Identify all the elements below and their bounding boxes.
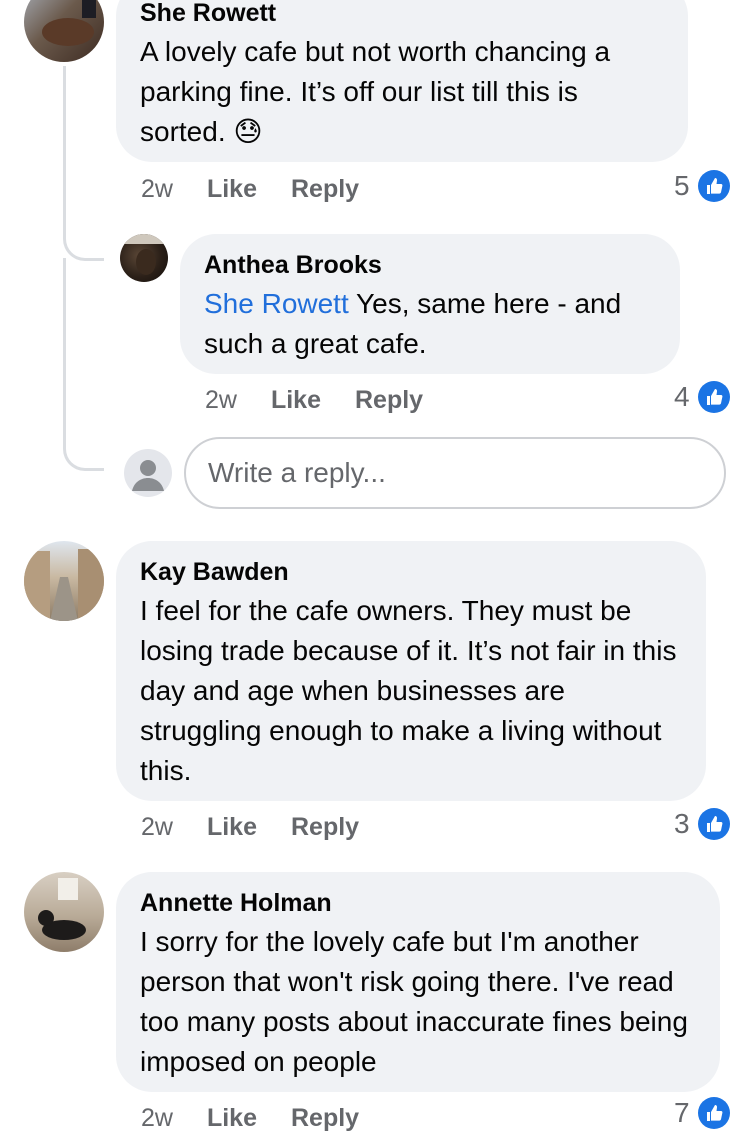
- like-button[interactable]: Like: [207, 175, 257, 204]
- avatar[interactable]: [24, 872, 104, 952]
- comment-actions: 2w Like Reply: [141, 810, 393, 844]
- comment-text: She Rowett Yes, same here - and such a g…: [204, 284, 656, 364]
- reply-input[interactable]: Write a reply...: [184, 437, 726, 509]
- horse-photo-icon: [120, 234, 168, 275]
- reaction-count: 3: [674, 808, 690, 839]
- comment-bubble[interactable]: Kay Bawden I feel for the cafe owners. T…: [116, 541, 706, 801]
- avatar[interactable]: [24, 0, 104, 62]
- comment-text: I feel for the cafe owners. They must be…: [140, 595, 677, 786]
- reaction-summary[interactable]: 7: [674, 1097, 730, 1129]
- like-button[interactable]: Like: [271, 386, 321, 415]
- comment-time[interactable]: 2w: [141, 1104, 173, 1133]
- horse-photo-icon: [42, 0, 96, 46]
- comment-actions: 2w Like Reply: [141, 172, 393, 206]
- comment-bubble[interactable]: Annette Holman I sorry for the lovely ca…: [116, 872, 720, 1092]
- street-photo-icon: [24, 549, 104, 621]
- thread-branch-2: [63, 420, 104, 471]
- comment-actions: 2w Like Reply: [205, 383, 457, 417]
- reaction-count: 7: [674, 1097, 690, 1128]
- comment-actions: 2w Like Reply: [141, 1101, 393, 1135]
- reply-placeholder: Write a reply...: [208, 457, 386, 488]
- avatar[interactable]: [120, 234, 168, 282]
- thread-line: [63, 258, 66, 438]
- comment-body: A lovely cafe but not worth chancing a p…: [140, 36, 611, 147]
- reaction-summary[interactable]: 5: [674, 170, 730, 202]
- reaction-summary[interactable]: 4: [674, 381, 730, 413]
- dog-photo-icon: [38, 878, 86, 940]
- comment-author[interactable]: Kay Bawden: [140, 557, 682, 587]
- comment-time[interactable]: 2w: [205, 386, 237, 415]
- person-icon: [132, 460, 164, 491]
- comment-time[interactable]: 2w: [141, 175, 173, 204]
- reaction-count: 5: [674, 170, 690, 201]
- avatar[interactable]: [24, 541, 104, 621]
- reaction-summary[interactable]: 3: [674, 808, 730, 840]
- mention-link[interactable]: She Rowett: [204, 288, 349, 319]
- sad-sweat-emoji-icon: 😓: [233, 115, 263, 148]
- comment-bubble[interactable]: Anthea Brooks She Rowett Yes, same here …: [180, 234, 680, 374]
- like-button[interactable]: Like: [207, 1104, 257, 1133]
- comment-author[interactable]: Annette Holman: [140, 888, 696, 918]
- reply-button[interactable]: Reply: [291, 813, 359, 842]
- thumbs-up-icon: [697, 1097, 730, 1129]
- like-button[interactable]: Like: [207, 813, 257, 842]
- thumbs-up-icon: [697, 381, 730, 413]
- comment-author[interactable]: She Rowett: [140, 0, 664, 28]
- comment-time[interactable]: 2w: [141, 813, 173, 842]
- comment-author[interactable]: Anthea Brooks: [204, 250, 656, 280]
- thread-branch-1: [63, 212, 104, 261]
- comment-bubble[interactable]: She Rowett A lovely cafe but not worth c…: [116, 0, 688, 162]
- comment-text: I sorry for the lovely cafe but I'm anot…: [140, 926, 688, 1077]
- thumbs-up-icon: [697, 808, 730, 840]
- reply-button[interactable]: Reply: [291, 1104, 359, 1133]
- thumbs-up-icon: [697, 170, 730, 202]
- comment-text: A lovely cafe but not worth chancing a p…: [140, 32, 664, 152]
- reply-button[interactable]: Reply: [355, 386, 423, 415]
- reaction-count: 4: [674, 381, 690, 412]
- reply-button[interactable]: Reply: [291, 175, 359, 204]
- thread-line: [63, 66, 66, 236]
- avatar: [124, 449, 172, 497]
